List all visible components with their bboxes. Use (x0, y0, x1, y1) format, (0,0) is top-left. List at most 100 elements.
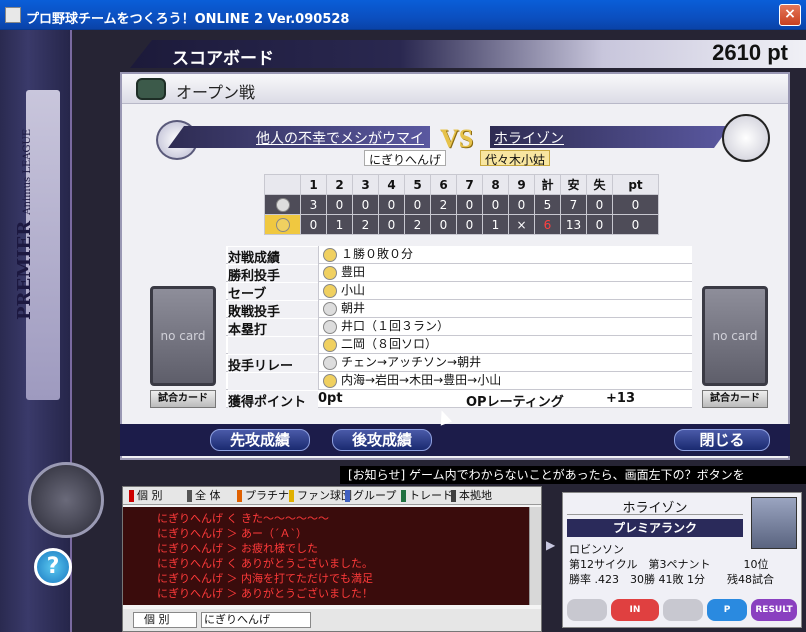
score-cell: 0 (378, 214, 405, 235)
info-record: 勝率 .423 30勝 41敗 1分 残48試合 (569, 573, 774, 586)
chat-message: にぎりへんげ ＞ ありがとうございました！ (157, 587, 373, 600)
chat-tab-home[interactable]: 本拠地 (449, 489, 492, 503)
points-display: 2610 pt (712, 40, 788, 65)
second-batting-stats-button[interactable]: 後攻成績 (332, 429, 432, 451)
team-emblem-icon[interactable] (28, 462, 104, 538)
away-card-button[interactable]: 試合カード (702, 390, 768, 408)
first-batting-stats-button[interactable]: 先攻成績 (210, 429, 310, 451)
inning-header: 4 (378, 174, 405, 195)
detail-label: セーブ (228, 283, 318, 302)
score-cell: 2 (352, 214, 379, 235)
detail-value: １勝０敗０分 (318, 246, 692, 264)
refresh-icon[interactable] (663, 599, 703, 621)
linescore-corner (264, 174, 301, 195)
errors-cell: 0 (586, 214, 613, 235)
detail-value: チェン→アッチソン→朝井 (318, 354, 692, 372)
chat-tab-trade[interactable]: トレード (399, 489, 453, 503)
score-cell: 0 (404, 194, 431, 215)
detail-row: 二岡（８回ソロ） (226, 336, 692, 354)
result-button[interactable]: RESULT (751, 599, 797, 621)
vs-label: VS (440, 124, 474, 153)
detail-row: 対戦成績 １勝０敗０分 (226, 246, 692, 266)
chat-mode-select[interactable]: 個 別 (133, 612, 197, 628)
hits-header: 安 (560, 174, 587, 195)
matchup: 他人の不幸でメシがウマイ にぎりへんげ VS ホライゾン 代々木小姑 (122, 114, 788, 176)
team-info-panel: ホライゾン プレミアランク ロビンソン 第12サイクル 第3ペナント 10位 勝… (562, 492, 802, 628)
info-team-name: ホライゾン (567, 497, 743, 516)
chat-tab-platinum[interactable]: プラチナ (235, 489, 289, 503)
detail-label (228, 337, 318, 354)
game-type-label: オープン戦 (176, 83, 256, 102)
notice-ticker: [お知らせ] ゲーム内でわからないことがあったら、画面左下の？ボタンを (340, 466, 806, 484)
left-sidebar: PREMIERAnimus LEAGUE (0, 30, 72, 632)
total-cell: 6 (534, 214, 561, 235)
detail-label: 対戦成績 (228, 247, 318, 266)
chat-tab-all[interactable]: 全 体 (185, 489, 221, 503)
away-team-name[interactable]: ホライゾン (494, 128, 564, 148)
away-card-slot: no card (702, 286, 768, 386)
chat-target-field[interactable]: にぎりへんげ (201, 612, 311, 628)
pt-cell: 0 (612, 214, 659, 235)
chat-scrollbar[interactable] (529, 507, 541, 605)
score-cell: 0 (326, 194, 353, 215)
detail-row: 投手リレー チェン→アッチソン→朝井 (226, 354, 692, 374)
league-label: PREMIERAnimus LEAGUE (14, 128, 35, 320)
score-cell: 0 (378, 194, 405, 215)
scoreboard-panel: オープン戦 他人の不幸でメシがウマイ にぎりへんげ VS ホライゾン 代々木小姑… (120, 72, 790, 460)
away-owner-name[interactable]: 代々木小姑 (480, 150, 551, 167)
pt-cell: 0 (612, 194, 659, 215)
close-panel-button[interactable]: 閉じる (674, 429, 770, 451)
home-logo-icon (264, 214, 301, 235)
hits-cell: 7 (560, 194, 587, 215)
score-cell: 2 (404, 214, 431, 235)
chat-tabs: 個 別 全 体 プラチナ ファン球団 グループ トレード 本拠地 (123, 487, 541, 505)
chat-tab-individual[interactable]: 個 別 (127, 489, 163, 503)
home-team-name[interactable]: 他人の不幸でメシがウマイ (256, 128, 424, 148)
linescore-table: 1 2 3 4 5 6 7 8 9 計 安 失 pt 3 0 0 0 0 2 0… (264, 174, 659, 235)
panel-header: オープン戦 (122, 74, 788, 104)
errors-cell: 0 (586, 194, 613, 215)
chat-message: にぎりへんげ ＞ 内海を打てただけでも満足 (157, 572, 373, 585)
points-button[interactable]: P (707, 599, 747, 621)
points-row: 獲得ポイント 0pt OPレーティング +13 (226, 390, 692, 410)
total-header: 計 (534, 174, 561, 195)
expand-arrow-icon[interactable]: ▶ (546, 538, 555, 552)
score-cell: 0 (300, 214, 327, 235)
rank-badge-icon (751, 497, 797, 549)
home-owner-name[interactable]: にぎりへんげ (364, 150, 447, 167)
away-team-emblem-icon (722, 114, 770, 162)
linescore-header-row: 1 2 3 4 5 6 7 8 9 計 安 失 pt (264, 174, 659, 195)
chat-message: にぎりへんげ く きた～～～～～～ (157, 512, 329, 525)
detail-row: 敗戦投手 朝井 (226, 300, 692, 320)
chat-panel: 個 別 全 体 プラチナ ファン球団 グループ トレード 本拠地 にぎりへんげ … (122, 486, 542, 632)
inning-header: 5 (404, 174, 431, 195)
pt-header: pt (612, 174, 659, 195)
total-cell: 5 (534, 194, 561, 215)
help-icon[interactable]: ? (34, 548, 72, 586)
score-cell: 0 (508, 194, 535, 215)
home-card-button[interactable]: 試合カード (150, 390, 216, 408)
score-cell: × (508, 214, 535, 235)
close-button[interactable]: × (779, 4, 801, 26)
linescore-row-home: 0 1 2 0 2 0 0 1 × 6 13 0 0 (264, 214, 659, 235)
home-card-slot: no card (150, 286, 216, 386)
inning-header: 7 (456, 174, 483, 195)
detail-label: 本塁打 (228, 319, 318, 338)
detail-value: 小山 (318, 282, 692, 300)
window-titlebar: プロ野球チームをつくろう！ONLINE 2 Ver.090528 × (0, 0, 806, 30)
score-cell: 0 (430, 214, 457, 235)
info-owner: ロビンソン (569, 543, 624, 556)
detail-label: 敗戦投手 (228, 301, 318, 320)
nav-bar: 先攻成績 後攻成績 閉じる (120, 424, 790, 456)
mail-icon[interactable] (567, 599, 607, 621)
chat-tab-group[interactable]: グループ (343, 489, 396, 503)
in-button[interactable]: IN (611, 599, 659, 621)
score-cell: 1 (326, 214, 353, 235)
score-cell: 0 (352, 194, 379, 215)
points-label: 獲得ポイント (228, 391, 318, 410)
detail-value: 井口（１回３ラン） (318, 318, 692, 336)
inning-header: 6 (430, 174, 457, 195)
score-cell: 1 (482, 214, 509, 235)
page-title: スコアボード (172, 49, 274, 69)
detail-label (228, 373, 318, 390)
